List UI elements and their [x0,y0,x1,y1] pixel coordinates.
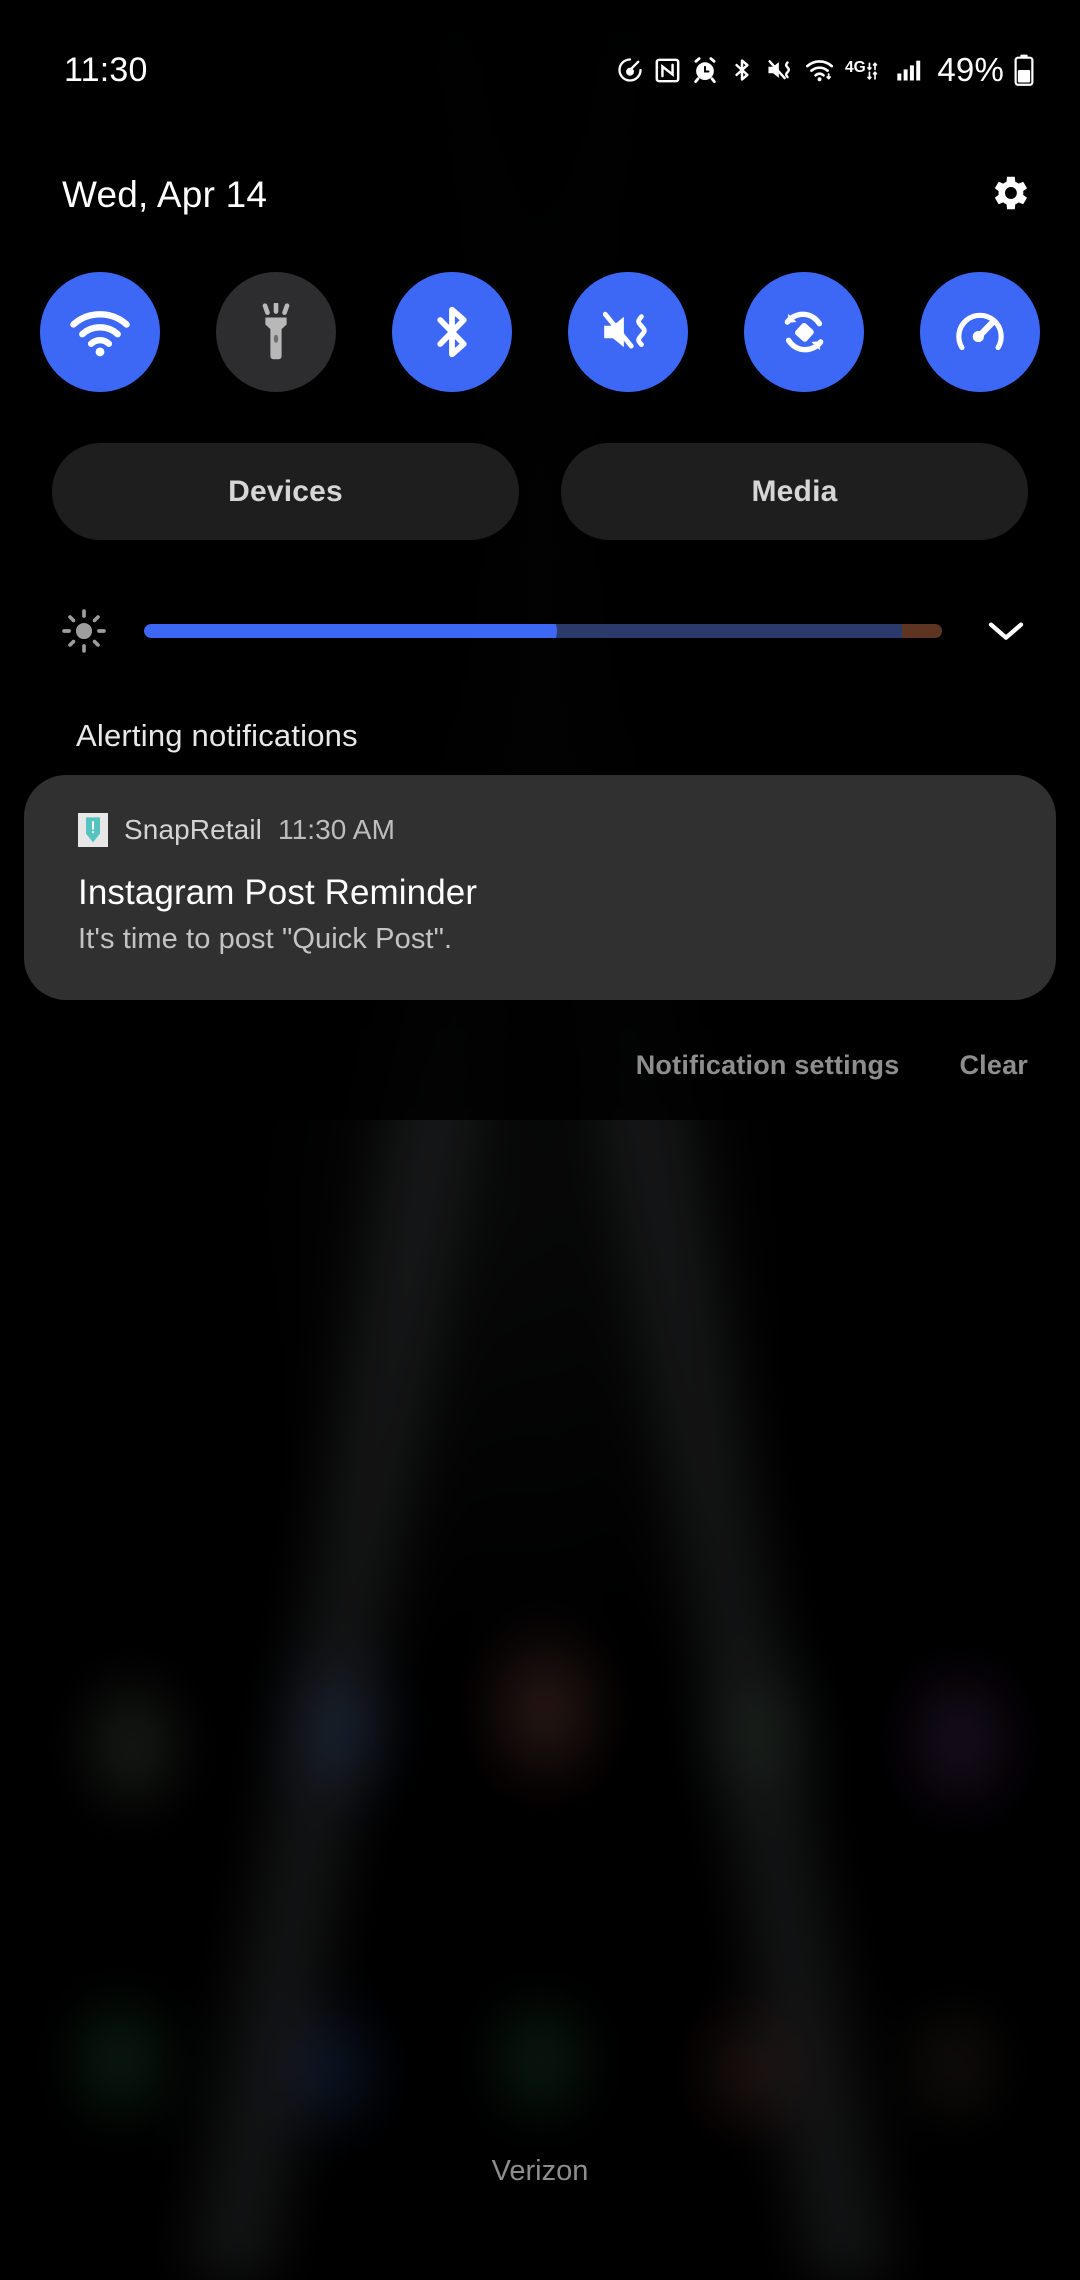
battery-percent-label: 49% [937,51,1004,88]
speedometer-icon [953,305,1007,359]
wifi-icon [805,56,835,84]
notification-settings-button[interactable]: Notification settings [636,1050,900,1081]
date-label: Wed, Apr 14 [62,174,268,215]
alarm-icon [691,56,719,84]
brightness-slider[interactable] [144,624,942,638]
notification-title: Instagram Post Reminder [78,873,478,912]
notification-body: It's time to post "Quick Post". [78,923,453,955]
brightness-icon [52,608,116,654]
brightness-track-remainder [535,624,903,638]
devices-button[interactable]: Devices [52,443,519,540]
status-icon-tray: 4G 49% [616,51,1034,89]
brightness-track-end [902,624,942,638]
devices-media-row: Devices Media [0,443,1080,540]
wifi-tile[interactable] [40,272,160,392]
sound-mode-tile[interactable] [568,272,688,392]
notification-header: SnapRetail 11:30 AM [78,813,1056,847]
alerting-notifications-header: Alerting notifications [76,718,358,753]
flashlight-tile[interactable] [216,272,336,392]
status-clock: 11:30 [64,50,148,89]
status-bar: 11:30 4G 49% [0,0,1080,140]
speedometer-icon [616,56,644,84]
media-button[interactable]: Media [561,443,1028,540]
wifi-icon [69,307,131,357]
auto-rotate-tile[interactable] [744,272,864,392]
clear-button[interactable]: Clear [959,1050,1028,1081]
flashlight-icon [254,303,298,361]
network-4g-icon: 4G [845,56,885,84]
brightness-track-fill [144,624,536,638]
dashboard-tile[interactable] [920,272,1040,392]
notification-card[interactable]: SnapRetail 11:30 AM Instagram Post Remin… [24,775,1056,1000]
bluetooth-icon [729,56,755,84]
signal-bars-icon [895,56,923,84]
bluetooth-icon [428,302,476,362]
gear-icon[interactable] [986,170,1032,221]
carrier-label: Verizon [491,2155,589,2187]
notification-app-name: SnapRetail [124,814,262,845]
shade-header: Wed, Apr 14 [0,150,1080,240]
chevron-down-icon[interactable] [976,618,1036,644]
snapretail-icon [78,813,108,847]
battery-icon [1014,54,1034,86]
nfc-icon [654,57,681,84]
quick-settings-tiles [0,272,1080,392]
bluetooth-tile[interactable] [392,272,512,392]
mute-vibrate-icon [599,307,657,357]
brightness-slider-thumb[interactable] [513,624,558,638]
mute-vibrate-icon [765,56,795,84]
brightness-row [0,585,1080,677]
auto-rotate-icon [777,305,831,359]
notification-time: 11:30 AM [277,814,396,845]
phone-screen: 11:30 4G 49% Wed, Apr 14 Devices Media A… [0,0,1080,2280]
svg-text:4G: 4G [845,59,866,76]
notification-footer-actions: Notification settings Clear [636,1050,1028,1081]
